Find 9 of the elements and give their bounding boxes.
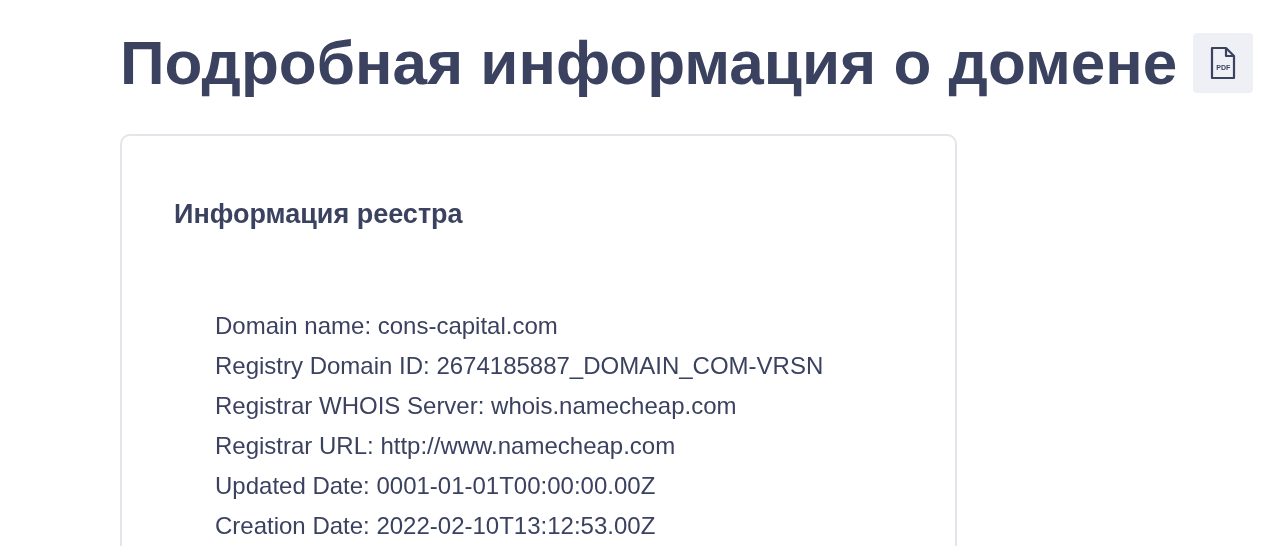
whois-line: Registrar WHOIS Server: whois.namecheap.com bbox=[215, 391, 737, 421]
whois-line: Updated Date: 0001-01-01T00:00:00.00Z bbox=[215, 471, 656, 501]
card-heading: Информация реестра bbox=[174, 198, 464, 231]
whois-line: Registry Domain ID: 2674185887_DOMAIN_COM-VRSN bbox=[215, 351, 824, 381]
document-icon bbox=[1209, 46, 1238, 80]
whois-line: Registrar URL: http://www.namecheap.com bbox=[215, 431, 676, 461]
page-title: Подробная информация о домене bbox=[120, 27, 1178, 99]
whois-line: Domain name: cons-capital.com bbox=[215, 311, 558, 341]
whois-line: Creation Date: 2022-02-10T13:12:53.00Z bbox=[215, 511, 656, 541]
